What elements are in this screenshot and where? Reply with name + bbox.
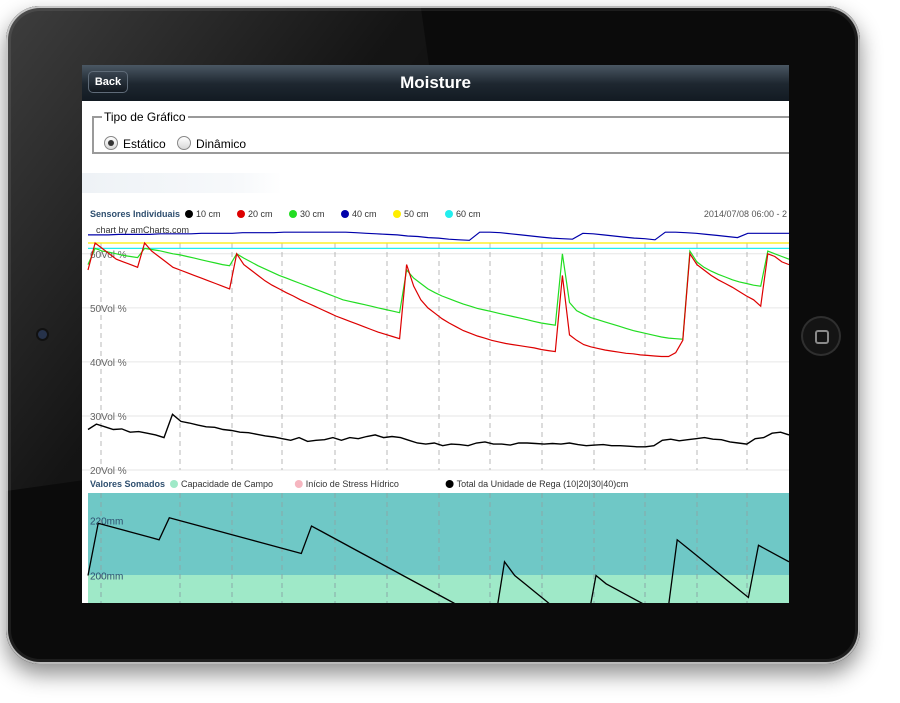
- radio-static[interactable]: [104, 136, 118, 150]
- y2-tick-1: 200mm: [90, 572, 123, 583]
- legend-marker-1: [294, 480, 303, 488]
- legend-label-2: 30 cm: [300, 209, 325, 219]
- radio-static-label[interactable]: Estático: [123, 137, 166, 151]
- y-tick-3: 30Vol %: [90, 412, 127, 423]
- page-title: Moisture: [400, 73, 471, 92]
- app-screen: Back Moisture Tipo de Gráfico Estático D…: [82, 65, 789, 603]
- y-tick-2: 40Vol %: [90, 358, 127, 369]
- home-button[interactable]: [801, 316, 841, 356]
- chart-type-options: Estático Dinâmico: [104, 136, 254, 151]
- radio-dynamic[interactable]: [177, 136, 192, 150]
- chart1-legend[interactable]: 10 cm 20 cm 30 cm 40 cm 50 cm 60 cm: [185, 209, 481, 219]
- legend-label-4: 50 cm: [404, 209, 429, 219]
- legend-marker-0: [170, 480, 178, 488]
- chart2-title: Valores Somados: [90, 479, 165, 489]
- legend-label-5: 60 cm: [456, 209, 481, 219]
- legend-marker-0: [185, 210, 193, 218]
- chart1-date-range: 2014/07/08 06:00 - 2: [704, 209, 787, 219]
- legend-label-3: 40 cm: [352, 209, 377, 219]
- legend-marker-2: [289, 210, 297, 218]
- radio-dynamic-label[interactable]: Dinâmico: [196, 137, 246, 151]
- legend-label-0: Capacidade de Campo: [181, 479, 273, 489]
- legend-label-0: 10 cm: [196, 209, 221, 219]
- y-tick-1: 50Vol %: [90, 304, 127, 315]
- legend-label-1: Início de Stress Hídrico: [306, 479, 399, 489]
- legend-marker-2: [445, 480, 454, 488]
- y-tick-4: 20Vol %: [90, 466, 127, 477]
- legend-marker-3: [341, 210, 349, 218]
- camera-icon: [38, 330, 47, 339]
- chart-type-legend: Tipo de Gráfico: [104, 110, 186, 124]
- chart1-grid: [82, 243, 789, 471]
- home-square-icon: [815, 330, 829, 344]
- legend-marker-5: [445, 210, 453, 218]
- moisture-charts[interactable]: Sensores Individuais 10 cm 20 cm 30 cm 40 c…: [82, 203, 789, 603]
- navigation-bar: Back Moisture: [82, 65, 789, 101]
- legend-label-2: Total da Unidade de Rega (10|20|30|40)cm: [457, 479, 629, 489]
- chart-loader-bar: [82, 173, 282, 193]
- series-line-3: [88, 231, 789, 241]
- chart1-y-ticks: 60Vol %50Vol %40Vol %30Vol %20Vol %: [90, 250, 127, 477]
- chart2-legend[interactable]: Capacidade de Campo Início de Stress Hídr…: [170, 479, 628, 489]
- band-field-capacity: [88, 575, 789, 603]
- chart1-title: Sensores Individuais: [90, 209, 180, 219]
- legend-label-1: 20 cm: [248, 209, 273, 219]
- chart-type-group: Tipo de Gráfico Estático Dinâmico: [92, 110, 789, 154]
- legend-marker-4: [393, 210, 401, 218]
- legend-marker-1: [237, 210, 245, 218]
